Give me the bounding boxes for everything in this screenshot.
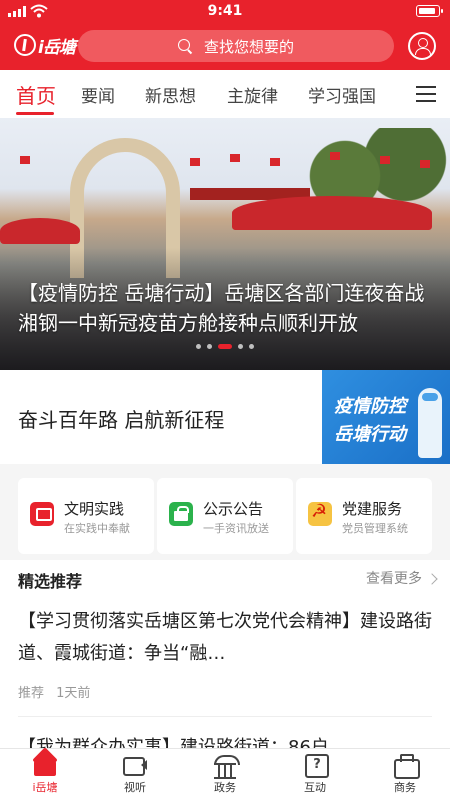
nav-home[interactable]: i岳塘 [0,753,90,795]
tab-home[interactable]: 首页 [16,80,56,109]
campaign-image-line1: 疫情防控 [334,396,406,417]
campaign-image-line2: 岳塘行动 [334,424,406,445]
search-placeholder: 查找您想要的 [203,37,294,56]
article-list: 【学习贯彻落实岳塘区第七次党代会精神】建设路街道、霞城街道：争当“融… 推荐 1… [0,594,450,749]
app-logo[interactable]: i岳塘 [14,30,76,60]
banner-flags [0,148,450,178]
service-subtitle: 在实践中奉献 [64,522,130,535]
nav-interaction[interactable]: 互动 [270,753,360,795]
banner-title[interactable]: 【疫情防控 岳塘行动】岳塘区各部门连夜奋战 湘钢一中新冠疫苗方舱接种点顺利开放 [18,278,438,338]
nav-label: i岳塘 [32,781,58,794]
service-title: 文明实践 [64,500,125,518]
service-title: 党建服务 [342,500,403,518]
bottom-nav: i岳塘 视听 政务 互动 商务 [0,748,450,800]
service-party[interactable]: 党建服务 党员管理系统 [296,478,432,554]
service-cards: 文明实践 在实践中奉献 公示公告 一手资讯放送 党建服务 党员管理系统 [0,478,450,556]
featured-title: 精选推荐 [18,572,83,591]
tab-news[interactable]: 要闻 [81,82,115,107]
epidemic-campaign-image[interactable]: 疫情防控 岳塘行动 [322,370,450,464]
status-bar: 9:41 [0,0,450,24]
featured-header: 精选推荐 查看更多 [0,560,450,594]
banner-tent-left [0,218,80,244]
nav-business[interactable]: 商务 [360,753,450,795]
notice-icon [169,502,193,526]
service-subtitle: 党员管理系统 [342,522,408,535]
carousel-dot-active[interactable] [218,344,232,349]
video-icon [122,753,148,777]
status-time: 9:41 [207,3,243,19]
search-bar[interactable]: 查找您想要的 [78,30,394,62]
government-icon [212,753,240,779]
view-more-link[interactable]: 查看更多 [366,568,438,588]
article-time: 1天前 [56,686,91,701]
business-icon [392,753,420,779]
article-tag: 推荐 [18,686,45,701]
article-meta: 推荐 1天前 [18,682,98,701]
logo-mark-icon [14,34,36,56]
view-more-label: 查看更多 [366,571,422,587]
medic-figure [418,388,442,458]
tab-new-thought[interactable]: 新思想 [145,82,196,107]
tab-study-power[interactable]: 学习强国 [308,82,376,107]
carousel-dot[interactable] [249,344,254,349]
battery-icon [416,5,443,17]
nav-label: 视听 [124,781,146,794]
nav-label: 政务 [214,781,236,794]
menu-icon[interactable] [416,86,436,102]
nav-government[interactable]: 政务 [180,753,270,795]
service-notice[interactable]: 公示公告 一手资讯放送 [157,478,293,554]
service-title: 公示公告 [203,500,264,518]
banner-tent [232,196,432,230]
home-icon [32,753,58,777]
logo-text: i岳塘 [38,37,76,58]
tab-main-melody[interactable]: 主旋律 [227,82,278,107]
nav-label: 互动 [304,781,326,794]
chevron-right-icon [426,573,438,585]
channel-tabs: 首页 要闻 新思想 主旋律 学习强国 [0,70,450,118]
civilization-icon [30,502,54,526]
nav-video[interactable]: 视听 [90,753,180,795]
battery-level [418,7,435,14]
article-title[interactable]: 【我为群众办实事】建设路街道：86户 [18,732,432,749]
top-bar: 9:41 i岳塘 查找您想要的 [0,0,450,70]
slogan-text: 奋斗百年路 启航新征程 [18,408,225,432]
divider [18,716,432,717]
article-title[interactable]: 【学习贯彻落实岳塘区第七次党代会精神】建设路街道、霞城街道：争当“融… [18,606,432,670]
active-tab-indicator [16,112,54,115]
nav-label: 商务 [394,781,416,794]
carousel-dot[interactable] [238,344,243,349]
slogan-card[interactable]: 奋斗百年路 启航新征程 疫情防控 岳塘行动 [0,370,450,464]
user-icon[interactable] [408,32,436,60]
carousel-dots [0,344,450,349]
service-subtitle: 一手资讯放送 [203,522,269,535]
party-icon [308,501,332,526]
search-icon [177,39,192,53]
service-civilization[interactable]: 文明实践 在实践中奉献 [18,478,154,554]
interaction-icon [302,753,329,778]
carousel-dot[interactable] [196,344,201,349]
news-banner[interactable]: 【疫情防控 岳塘行动】岳塘区各部门连夜奋战 湘钢一中新冠疫苗方舱接种点顺利开放 [0,118,450,370]
carousel-dot[interactable] [207,344,212,349]
